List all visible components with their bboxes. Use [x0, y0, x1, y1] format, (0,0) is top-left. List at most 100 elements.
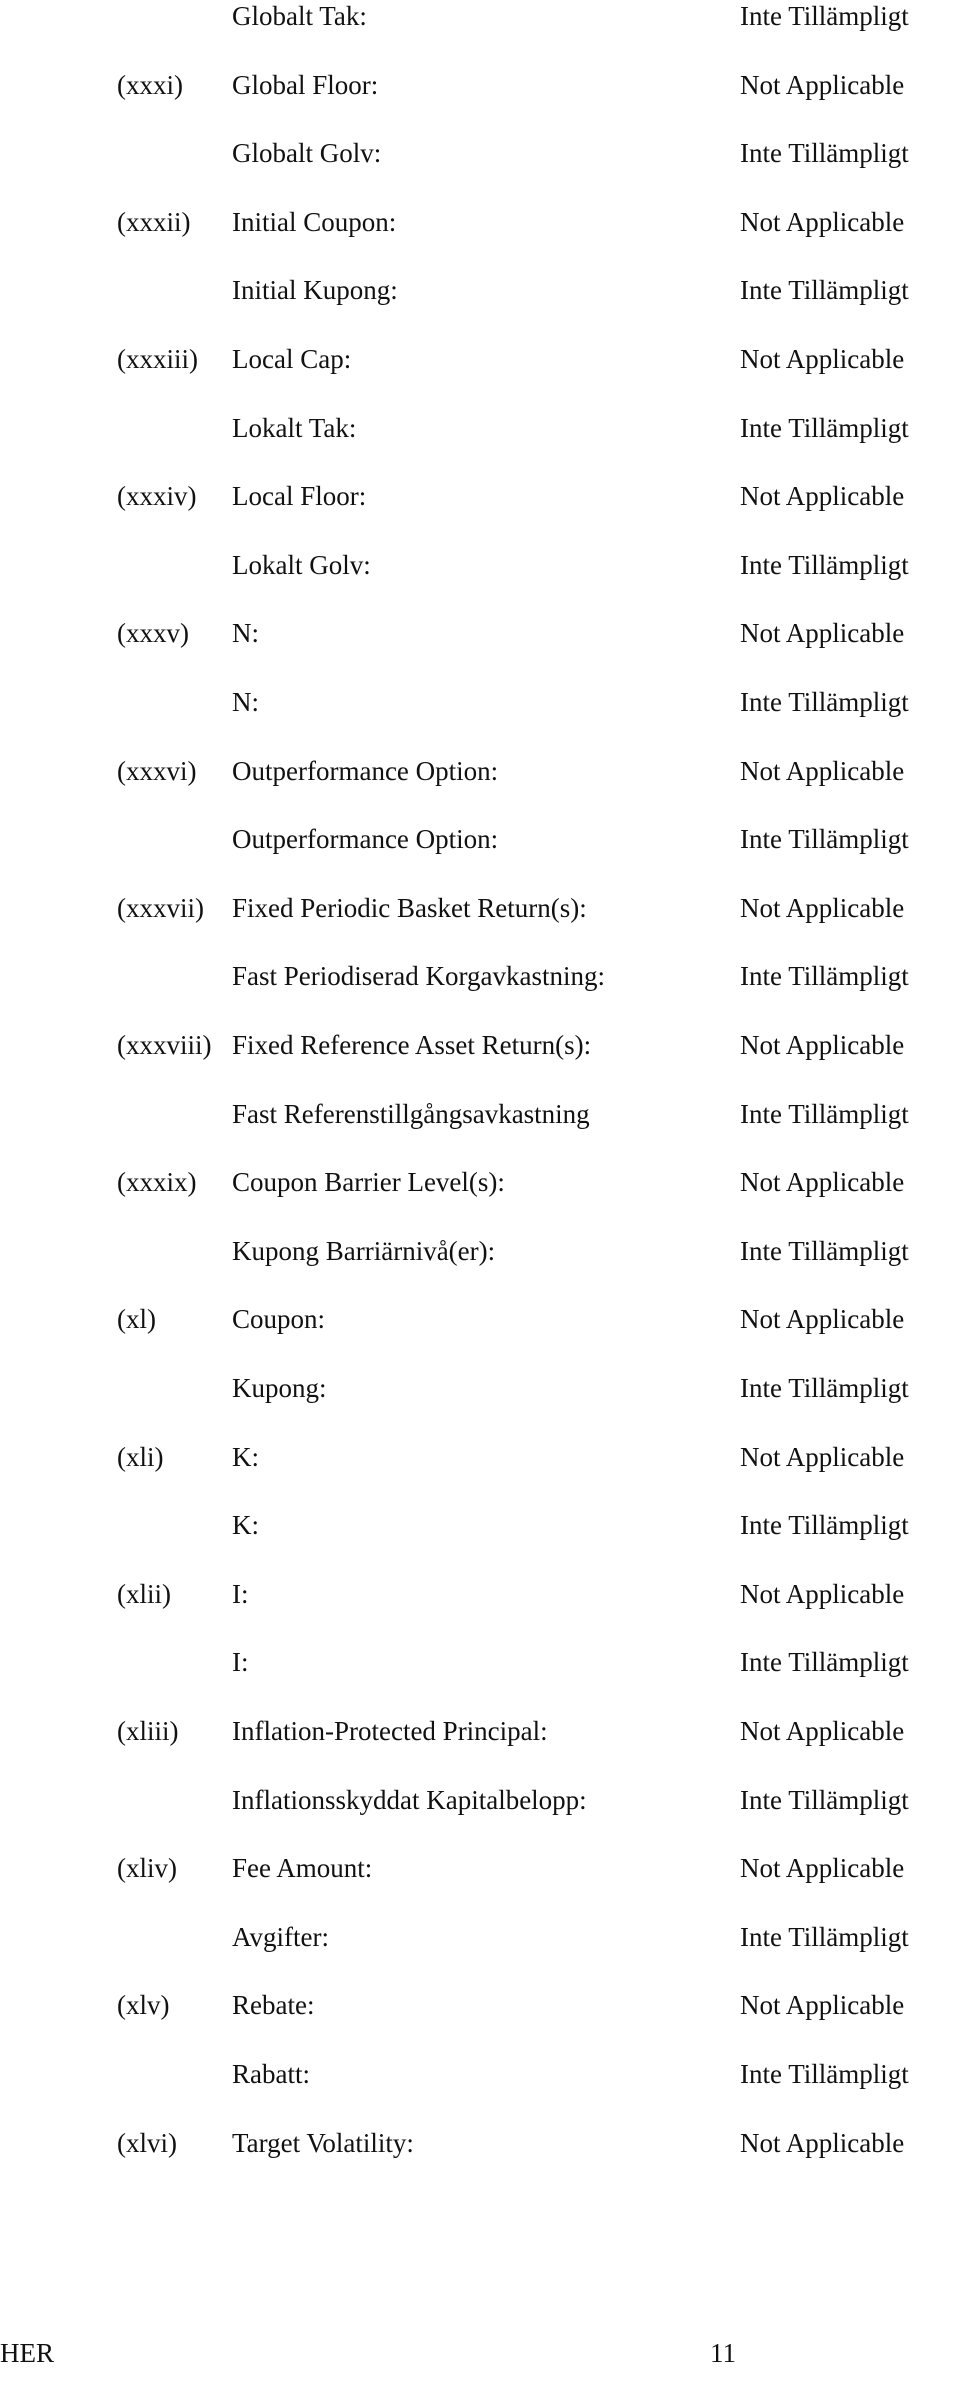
- term-row: Inflationsskyddat Kapitalbelopp: Inte Til…: [0, 1780, 960, 1820]
- term-label: Kupong Barriärnivå(er):: [232, 1235, 496, 1266]
- term-value: Not Applicable: [740, 1441, 905, 1472]
- item-number: (xxxvii): [117, 892, 204, 923]
- term-row: (xlv) Rebate: Not Applicable: [0, 1985, 960, 2025]
- term-label: Fixed Reference Asset Return(s):: [232, 1030, 592, 1060]
- item-number: (xxxiv): [117, 481, 197, 512]
- term-value: Inte Tillämpligt: [740, 824, 909, 855]
- term-label: Target Volatility:: [232, 2127, 414, 2158]
- item-number: (xxxvi): [117, 755, 197, 786]
- term-value: Not Applicable: [740, 892, 905, 923]
- term-row: Lokalt Tak: Inte Tillämpligt: [0, 408, 960, 448]
- term-label: Initial Kupong:: [232, 275, 398, 306]
- term-row: (xxxv) N: Not Applicable: [0, 613, 960, 653]
- term-value: Inte Tillämpligt: [740, 1098, 909, 1129]
- term-value: Not Applicable: [740, 1853, 905, 1884]
- item-number: (xlii): [117, 1578, 171, 1609]
- term-value: Inte Tillämpligt: [740, 961, 909, 992]
- term-value: Not Applicable: [740, 344, 905, 374]
- term-value: Not Applicable: [740, 481, 905, 512]
- term-row: Globalt Golv: Inte Tillämpligt: [0, 133, 960, 173]
- term-label: Local Cap:: [232, 344, 352, 374]
- term-row: (xxxvi) Outperformance Option: Not Applica…: [0, 751, 960, 791]
- term-label: Outperformance Option:: [232, 824, 499, 855]
- term-label: Inflationsskyddat Kapitalbelopp:: [232, 1784, 587, 1815]
- term-row: I: Inte Tillämpligt: [0, 1642, 960, 1682]
- term-label: Fixed Periodic Basket Return(s):: [232, 892, 587, 923]
- term-label: Initial Coupon:: [232, 206, 397, 237]
- term-label: I:: [232, 1578, 249, 1609]
- page-number: 11: [710, 2338, 736, 2368]
- term-label: K:: [232, 1510, 259, 1541]
- term-label: Lokalt Tak:: [232, 412, 357, 443]
- term-value: Not Applicable: [740, 1716, 905, 1746]
- term-value: Inte Tillämpligt: [740, 138, 909, 169]
- term-row: (xlvi) Target Volatility: Not Applicable: [0, 2123, 960, 2163]
- term-value: Inte Tillämpligt: [740, 1, 909, 31]
- term-label: Rebate:: [232, 1990, 315, 2021]
- term-label: Lokalt Golv:: [232, 549, 371, 580]
- term-label: Kupong:: [232, 1373, 327, 1403]
- term-value: Inte Tillämpligt: [740, 275, 909, 306]
- term-row: (xxxvii) Fixed Periodic Basket Return(s):…: [0, 888, 960, 928]
- term-label: Local Floor:: [232, 481, 367, 512]
- term-row: (xxxiv) Local Floor: Not Applicable: [0, 476, 960, 516]
- term-row: Initial Kupong: Inte Tillämpligt: [0, 270, 960, 310]
- term-row: Avgifter: Inte Tillämpligt: [0, 1917, 960, 1957]
- term-label: Coupon:: [232, 1304, 326, 1335]
- term-label: K:: [232, 1441, 259, 1472]
- item-number: (xli): [117, 1441, 164, 1472]
- term-value: Inte Tillämpligt: [740, 2059, 909, 2089]
- term-row: (xliv) Fee Amount: Not Applicable: [0, 1848, 960, 1888]
- term-value: Inte Tillämpligt: [740, 1647, 909, 1678]
- item-number: (xxxv): [117, 618, 189, 649]
- item-number: (xliv): [117, 1853, 177, 1884]
- term-value: Not Applicable: [740, 1167, 905, 1198]
- term-value: Not Applicable: [740, 1304, 905, 1335]
- term-row: K: Inte Tillämpligt: [0, 1505, 960, 1545]
- term-label: Avgifter:: [232, 1921, 329, 1952]
- term-value: Not Applicable: [740, 1030, 905, 1060]
- term-row: Fast Periodiserad Korgavkastning: Inte Ti…: [0, 956, 960, 996]
- term-row: (xlii) I: Not Applicable: [0, 1574, 960, 1614]
- term-label: Fee Amount:: [232, 1853, 373, 1884]
- term-row: (xliii) Inflation-Protected Principal: Not…: [0, 1711, 960, 1751]
- term-row: Lokalt Golv: Inte Tillämpligt: [0, 545, 960, 585]
- term-label: Globalt Golv:: [232, 138, 382, 169]
- term-row: Kupong: Inte Tillämpligt: [0, 1368, 960, 1408]
- term-row: Fast Referenstillgångsavkastning Inte Til…: [0, 1094, 960, 1134]
- term-row: Globalt Tak: Inte Tillämpligt: [0, 0, 960, 36]
- item-number: (xl): [117, 1304, 156, 1335]
- term-value: Inte Tillämpligt: [740, 1373, 909, 1403]
- term-value: Not Applicable: [740, 1990, 905, 2021]
- term-label: Fast Periodiserad Korgavkastning:: [232, 961, 605, 992]
- footer-label: HER: [0, 2338, 54, 2368]
- term-row: Outperformance Option: Inte Tillämpligt: [0, 819, 960, 859]
- term-row: N: Inte Tillämpligt: [0, 682, 960, 722]
- item-number: (xxxi): [117, 69, 183, 100]
- term-label: I:: [232, 1647, 249, 1678]
- term-row: (xli) K: Not Applicable: [0, 1437, 960, 1477]
- term-value: Not Applicable: [740, 2127, 905, 2158]
- item-number: (xxxviii): [117, 1030, 212, 1060]
- term-label: Inflation-Protected Principal:: [232, 1716, 548, 1746]
- term-value: Inte Tillämpligt: [740, 1921, 909, 1952]
- term-row: (xxxii) Initial Coupon: Not Applicable: [0, 202, 960, 242]
- term-row: (xxxix) Coupon Barrier Level(s): Not Appli…: [0, 1162, 960, 1202]
- term-label: Outperformance Option:: [232, 755, 499, 786]
- term-row: Rabatt: Inte Tillämpligt: [0, 2054, 960, 2094]
- term-label: Rabatt:: [232, 2059, 310, 2089]
- term-value: Not Applicable: [740, 206, 905, 237]
- term-label: Globalt Tak:: [232, 1, 367, 31]
- term-value: Not Applicable: [740, 618, 905, 649]
- item-number: (xxxix): [117, 1167, 197, 1198]
- item-number: (xxxiii): [117, 344, 198, 374]
- term-value: Inte Tillämpligt: [740, 687, 909, 717]
- term-label: Global Floor:: [232, 69, 379, 100]
- term-row: Kupong Barriärnivå(er): Inte Tillämpligt: [0, 1231, 960, 1271]
- item-number: (xxxii): [117, 206, 191, 237]
- term-label: N:: [232, 687, 259, 717]
- term-value: Inte Tillämpligt: [740, 1784, 909, 1815]
- term-label: Fast Referenstillgångsavkastning: [232, 1098, 590, 1129]
- term-row: (xxxi) Global Floor: Not Applicable: [0, 65, 960, 105]
- term-value: Not Applicable: [740, 1578, 905, 1609]
